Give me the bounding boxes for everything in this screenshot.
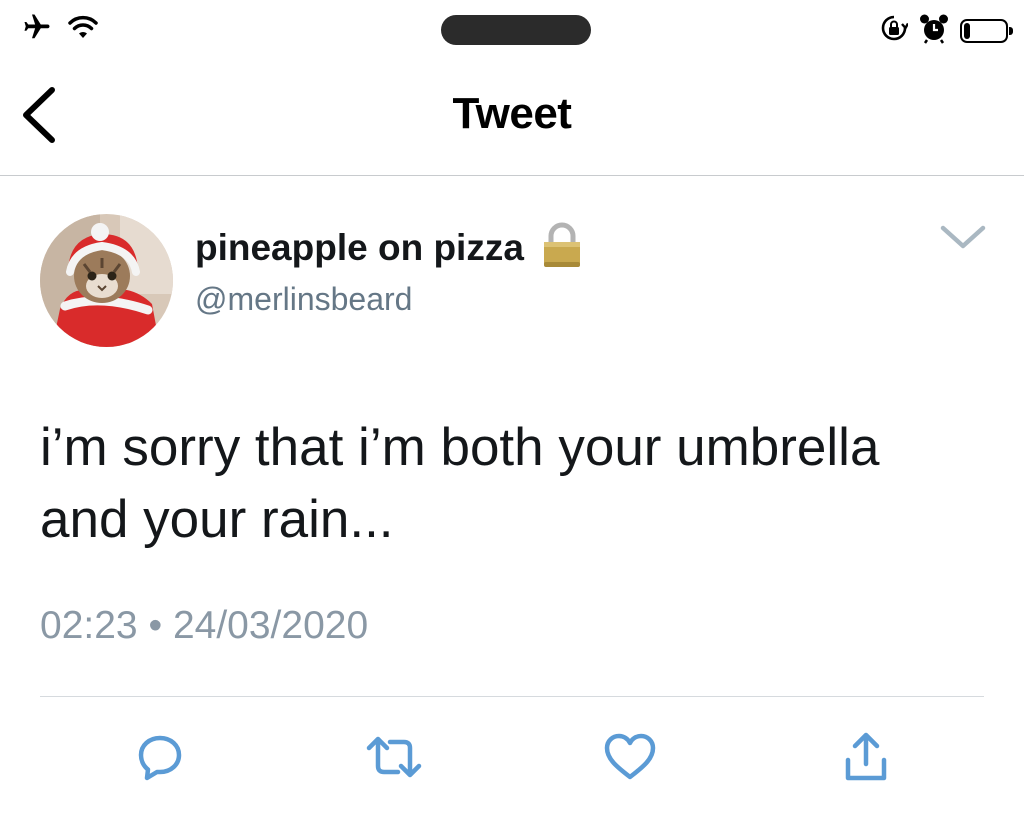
heart-icon [604, 733, 656, 780]
page-title: Tweet [452, 89, 572, 138]
reply-icon [138, 735, 182, 781]
wifi-icon [68, 14, 98, 45]
retweet-icon [366, 736, 422, 778]
meta-separator: • [148, 604, 163, 647]
tweet-time: 02:23 [40, 604, 138, 647]
orientation-lock-icon [880, 14, 910, 47]
actions-divider [40, 696, 984, 697]
battery-fill [964, 22, 970, 39]
display-name-row: pineapple on pizza [195, 222, 582, 273]
status-left [20, 12, 98, 47]
nav-bar: Tweet [0, 62, 1024, 176]
status-right [880, 12, 1013, 49]
author-handle[interactable]: @merlinsbeard [195, 281, 412, 318]
notch-indicator [441, 15, 591, 45]
share-button[interactable] [836, 727, 896, 787]
airplane-icon [20, 12, 54, 47]
status-bar [0, 0, 1024, 62]
battery-icon [960, 18, 1013, 43]
like-button[interactable] [600, 727, 660, 787]
lock-icon [542, 222, 582, 273]
alarm-icon [918, 12, 950, 49]
display-name[interactable]: pineapple on pizza [195, 227, 524, 269]
share-icon [845, 732, 887, 781]
more-options-button[interactable] [935, 218, 991, 258]
reply-button[interactable] [130, 727, 190, 787]
tweet-date: 24/03/2020 [172, 604, 369, 647]
chevron-down-icon [940, 225, 986, 249]
avatar[interactable] [40, 214, 173, 347]
tweet-timestamp: 02:23 • 24/03/2020 [40, 604, 368, 648]
retweet-button[interactable] [364, 727, 424, 787]
tweet-text: i’m sorry that i’m both your umbrella an… [40, 418, 880, 549]
battery-cap [1009, 26, 1013, 35]
